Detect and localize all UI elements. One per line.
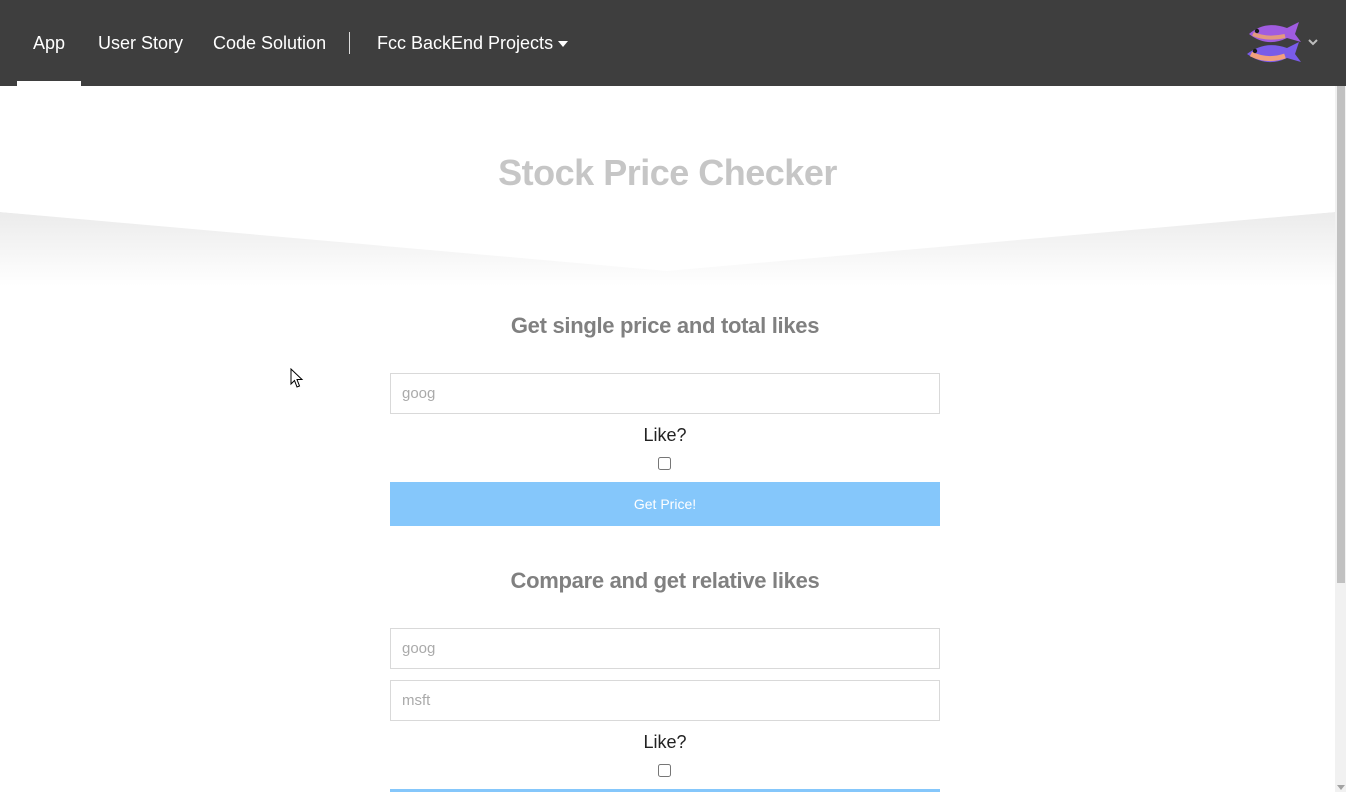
scrollbar-thumb[interactable] [1337, 86, 1345, 583]
compare-heading: Compare and get relative likes [510, 568, 820, 593]
single-price-heading: Get single price and total likes [510, 313, 820, 338]
nav-dropdown-label: Fcc BackEnd Projects [377, 33, 554, 53]
chevron-down-icon[interactable] [1306, 36, 1320, 48]
get-price-button[interactable]: Get Price! [390, 482, 940, 526]
single-like-checkbox[interactable] [658, 457, 671, 470]
nav-divider [349, 32, 350, 54]
caret-down-icon [558, 41, 569, 48]
nav-dropdown-projects[interactable]: Fcc BackEnd Projects [377, 0, 569, 86]
single-stock-input[interactable] [390, 373, 940, 414]
page-scrollbar[interactable] [1335, 86, 1346, 792]
nav-item-code-solution[interactable]: Code Solution [213, 0, 326, 86]
mouse-pointer-icon [290, 368, 304, 388]
compare-stock1-input[interactable] [390, 628, 940, 669]
compare-like-label: Like? [643, 732, 687, 752]
top-navbar: App User Story Code Solution Fcc BackEnd… [0, 0, 1346, 86]
compare-like-checkbox[interactable] [658, 764, 671, 777]
compare-stock2-input[interactable] [390, 680, 940, 721]
single-like-label: Like? [643, 425, 687, 445]
scroll-down-arrow-icon[interactable] [1337, 785, 1345, 790]
avatar-fish-icon[interactable] [1243, 20, 1303, 68]
nav-item-app[interactable]: App [16, 0, 82, 86]
page-title: Stock Price Checker [498, 152, 837, 193]
nav-item-user-story[interactable]: User Story [98, 0, 183, 86]
